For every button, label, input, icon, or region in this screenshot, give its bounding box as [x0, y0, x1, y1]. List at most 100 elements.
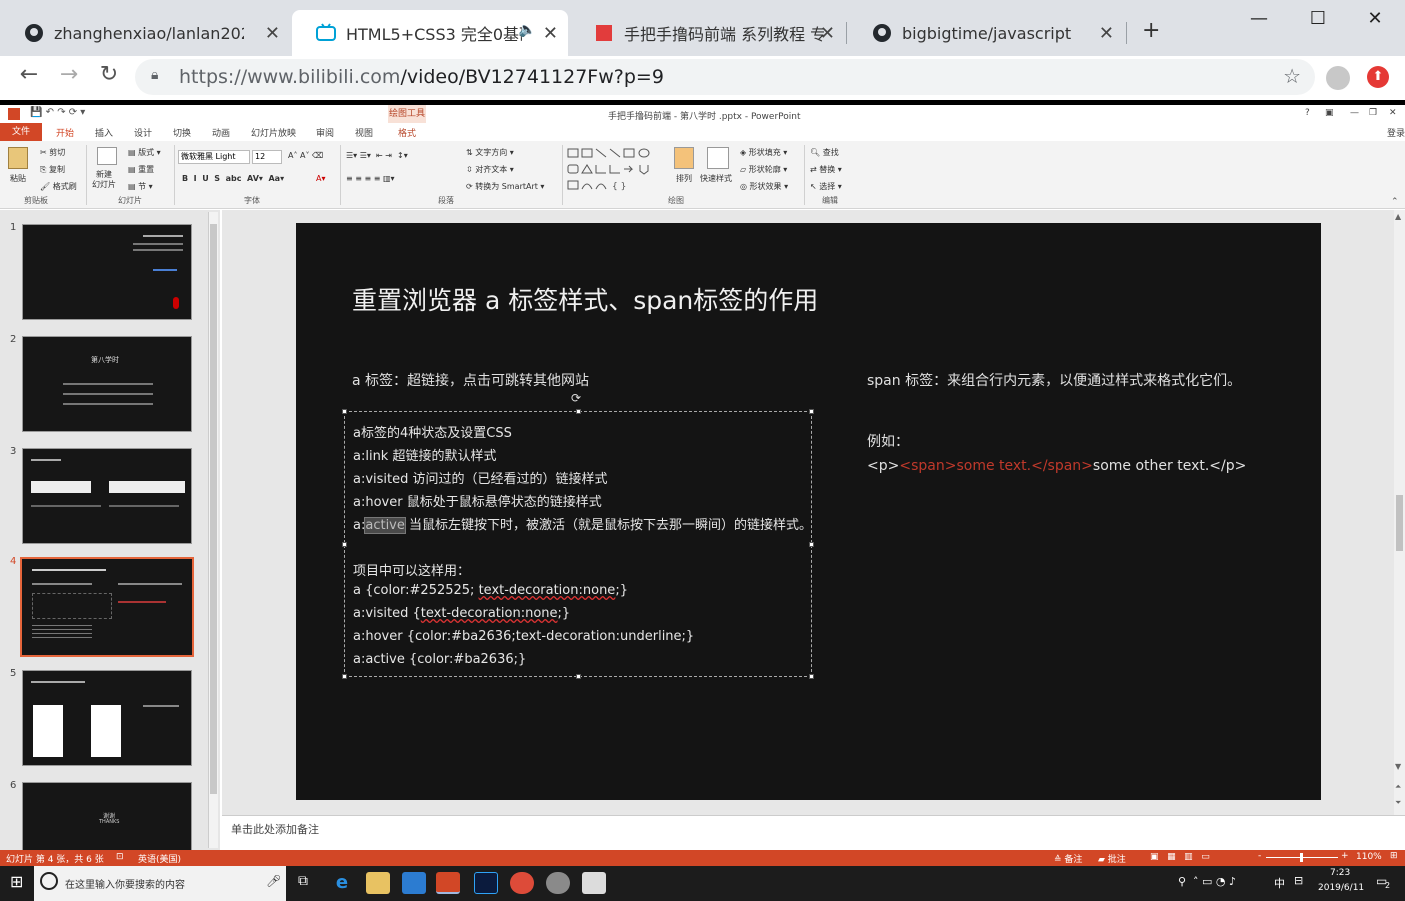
minimize-icon[interactable]: — [1350, 108, 1359, 118]
align-buttons[interactable]: ≡ ≡ ≡ ≡ ▥▾ [346, 174, 395, 183]
tab-review[interactable]: 审阅 [316, 126, 334, 139]
app-icon[interactable] [546, 872, 570, 894]
back-icon[interactable]: ← [14, 62, 44, 87]
browser-tab-2[interactable]: HTML5+CSS3 完全0基础 🔈 ✕ [292, 10, 568, 56]
a-tag-description[interactable]: a 标签：超链接，点击可跳转其他网站 [352, 370, 589, 390]
task-view-icon[interactable]: ⧉ [298, 873, 308, 889]
example-code[interactable]: <p><span>some text.</span>some other tex… [867, 458, 1246, 474]
format-painter-button[interactable]: 🖌 格式刷 [40, 181, 77, 192]
smartart-button[interactable]: ⟳ 转换为 SmartArt ▾ [466, 181, 544, 192]
vscode-icon[interactable] [402, 872, 426, 894]
example-label[interactable]: 例如： [867, 431, 909, 451]
ime-indicator[interactable]: 中 [1274, 875, 1285, 891]
browser-tab-3[interactable]: 手把手撸码前端 系列教程 专注 ✕ [570, 10, 845, 56]
ribbon-options-icon[interactable]: ▣ [1325, 108, 1334, 118]
copy-button[interactable]: ⎘ 复制 [40, 164, 65, 175]
url-text[interactable]: https://www.bilibili.com/video/BV1274112… [179, 66, 664, 88]
slide-thumbnail-3[interactable] [22, 448, 192, 544]
paste-button[interactable]: 粘贴 [10, 173, 26, 184]
selected-textbox[interactable]: a标签的4种状态及设置CSS a:link 超链接的默认样式 a:visited… [342, 409, 814, 679]
tab-animations[interactable]: 动画 [212, 126, 230, 139]
layout-button[interactable]: ▤ 版式 ▾ [128, 147, 161, 158]
slide-thumbnail-4[interactable] [20, 557, 194, 657]
zoom-level[interactable]: 110% [1356, 852, 1382, 862]
windows-start-icon[interactable]: ⊞ [10, 872, 23, 891]
chrome-icon[interactable] [510, 872, 534, 894]
arrange-button[interactable]: 排列 [676, 173, 692, 184]
section-button[interactable]: ▤ 节 ▾ [128, 181, 153, 192]
clock-time[interactable]: 7:23 [1330, 868, 1350, 878]
minimize-icon[interactable]: — [1244, 8, 1274, 29]
shape-fill-button[interactable]: ◈ 形状填充 ▾ [740, 147, 787, 158]
find-button[interactable]: 🔍︎ 查找 [810, 147, 839, 158]
omnibox[interactable]: 🔒︎ https://www.bilibili.com/video/BV1274… [135, 59, 1315, 95]
zoom-slider-thumb[interactable] [1300, 853, 1303, 862]
resize-handle[interactable] [809, 409, 814, 414]
font-style-buttons[interactable]: B I U S abc AV▾ Aa▾ [182, 174, 284, 183]
language-status[interactable]: 英语(美国) [138, 852, 181, 865]
taskbar-search[interactable]: 在这里输入你要搜索的内容 🎤︎ [34, 866, 286, 901]
slide-thumbnail-5[interactable] [22, 670, 192, 766]
new-tab-icon[interactable]: + [1142, 18, 1160, 43]
speaker-icon[interactable]: 🔈 [519, 22, 536, 38]
login-link[interactable]: 登录 [1387, 126, 1405, 139]
edge-icon[interactable]: e [330, 872, 354, 894]
zoom-out-icon[interactable]: - [1258, 851, 1261, 861]
resize-handle[interactable] [809, 542, 814, 547]
thumbs-scrollbar[interactable] [208, 212, 218, 848]
scrollbar-thumb[interactable] [1396, 495, 1403, 551]
scroll-up-icon[interactable]: ▲ [1395, 212, 1401, 221]
resize-handle[interactable] [576, 409, 581, 414]
tab-insert[interactable]: 插入 [95, 126, 113, 139]
shape-effects-button[interactable]: ◎ 形状效果 ▾ [740, 181, 788, 192]
forward-icon[interactable]: → [54, 62, 84, 87]
align-text-button[interactable]: ⇳ 对齐文本 ▾ [466, 164, 514, 175]
tab-file[interactable]: 文件 [0, 123, 42, 141]
paste-icon[interactable] [8, 147, 28, 169]
resize-handle[interactable] [342, 409, 347, 414]
rotate-handle-icon[interactable]: ⟳ [571, 391, 581, 405]
font-size-select[interactable]: 12 [252, 150, 282, 164]
text-direction-button[interactable]: ⇅ 文字方向 ▾ [466, 147, 514, 158]
close-icon[interactable]: ✕ [1389, 108, 1397, 118]
tab-format[interactable]: 格式 [398, 126, 416, 139]
slide-thumbnail-1[interactable] [22, 224, 192, 320]
browser-tab-1[interactable]: zhanghenxiao/lanlan20205 ✕ [0, 10, 290, 56]
font-color-button[interactable]: A▾ [316, 174, 326, 183]
collapse-ribbon-icon[interactable]: ⌃ [1391, 197, 1399, 207]
close-window-icon[interactable]: ✕ [1360, 8, 1390, 29]
tab-slideshow[interactable]: 幻灯片放映 [251, 126, 296, 139]
help-icon[interactable]: ? [1305, 108, 1310, 118]
slide-title[interactable]: 重置浏览器 a 标签样式、span标签的作用 [352, 281, 818, 317]
replace-button[interactable]: ⇄ 替换 ▾ [810, 164, 842, 175]
system-tray-icons[interactable]: ⚲ ˄ ▭ ◔ ♪ [1178, 875, 1236, 888]
quick-access-icons[interactable]: 💾 ↶ ↷ ⟳ ▾ [30, 107, 85, 118]
keyboard-icon[interactable]: ⊟ [1294, 874, 1303, 887]
font-grow-shrink-buttons[interactable]: A˄ A˅ ⌫ [288, 151, 323, 160]
prev-slide-icon[interactable]: ⏶ [1395, 782, 1401, 792]
notes-toggle[interactable]: ≙ 备注 [1054, 852, 1082, 865]
browser-tab-4[interactable]: bigbigtime/javascript ✕ [848, 10, 1124, 56]
maximize-icon[interactable]: ☐ [1303, 8, 1333, 29]
arrange-icon[interactable] [674, 147, 694, 169]
spellcheck-icon[interactable]: ⊡ [116, 852, 124, 862]
view-buttons[interactable]: ▣ ▦ ▥ ▭ [1150, 852, 1210, 862]
close-icon[interactable]: ✕ [543, 23, 558, 44]
slide-thumbnail-2[interactable]: 第八学时 [22, 336, 192, 432]
resize-handle[interactable] [342, 674, 347, 679]
clock-date[interactable]: 2019/6/11 [1318, 883, 1364, 893]
notes-pane[interactable]: 单击此处添加备注 [222, 815, 1405, 850]
shape-outline-button[interactable]: ▱ 形状轮廓 ▾ [740, 164, 787, 175]
powerpoint-taskbar-icon[interactable] [436, 872, 460, 894]
new-slide-icon[interactable] [97, 147, 117, 165]
span-tag-description[interactable]: span 标签：来组合行内元素，以便通过样式来格式化它们。 [867, 370, 1241, 390]
file-explorer-icon[interactable] [366, 872, 390, 894]
star-icon[interactable]: ☆ [1283, 64, 1301, 88]
shapes-gallery-icon[interactable]: { } [566, 147, 664, 193]
close-icon[interactable]: ✕ [265, 23, 280, 44]
photoshop-icon[interactable] [474, 872, 498, 894]
tab-home[interactable]: 开始 [56, 126, 74, 139]
cut-button[interactable]: ✂ 剪切 [40, 147, 65, 158]
update-icon[interactable]: ⬆ [1367, 66, 1389, 88]
close-icon[interactable]: ✕ [820, 23, 835, 44]
